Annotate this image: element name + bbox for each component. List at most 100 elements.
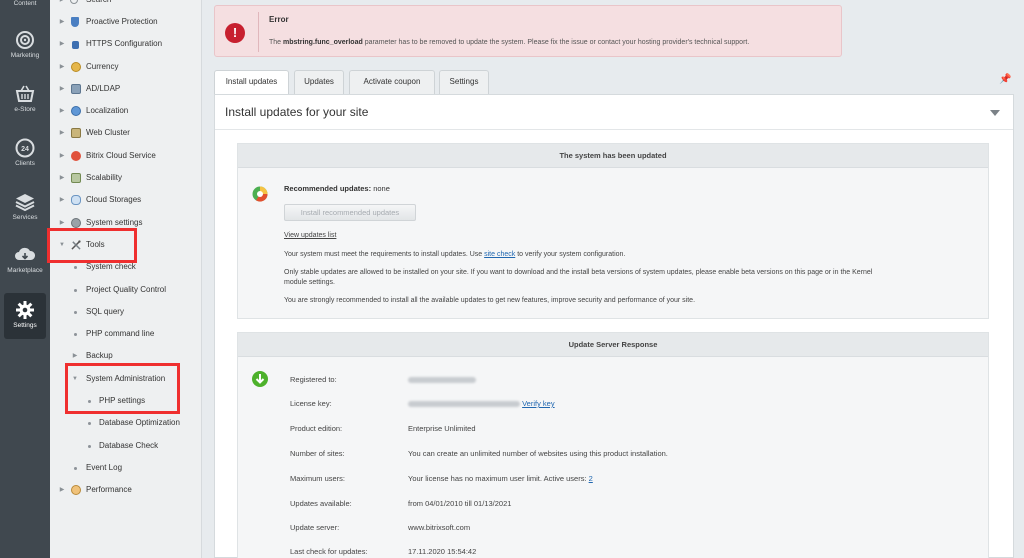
nav-content[interactable]: Content [0, 0, 50, 7]
recommendation-text: You are strongly recommended to install … [284, 297, 696, 304]
collapse-icon[interactable] [990, 110, 1000, 116]
main-content: ! Error The mbstring.func_overload param… [202, 0, 1024, 558]
nav-estore-label: e-Store [14, 106, 36, 113]
cloud-service-icon [71, 151, 81, 161]
error-title: Error [269, 15, 289, 24]
panel-title: Install updates for your site [225, 105, 369, 119]
menu-item-sql-query[interactable]: SQL query [50, 304, 202, 320]
tab-settings[interactable]: Settings [439, 70, 489, 94]
gear-icon [71, 218, 81, 228]
cloud-storage-icon [71, 195, 81, 205]
left-icon-bar: Content Marketing e-Store 24 Clients Ser… [0, 0, 50, 558]
highlight-system-administration [65, 363, 180, 414]
nav-estore[interactable]: e-Store [0, 84, 50, 113]
globe-icon [71, 106, 81, 116]
bullet-icon [74, 311, 77, 314]
basket-icon [15, 85, 35, 102]
bullet-icon [74, 467, 77, 470]
server-response-header: Update Server Response [238, 333, 988, 357]
coin-icon [71, 62, 81, 72]
menu-item-web-cluster[interactable]: ▶ Web Cluster [50, 125, 202, 141]
system-updated-header: The system has been updated [238, 144, 988, 168]
bullet-icon [88, 445, 91, 448]
chevron-right-icon: ▶ [59, 175, 65, 181]
tab-install-updates[interactable]: Install updates [214, 70, 289, 95]
shield-icon [71, 17, 79, 27]
maximum-users-value: Your license has no maximum user limit. … [408, 474, 593, 483]
chevron-right-icon: ▶ [59, 19, 65, 25]
search-icon [70, 0, 78, 4]
nav-clients-label: Clients [15, 160, 35, 167]
menu-item-currency[interactable]: ▶ Currency [50, 59, 202, 75]
menu-item-https-configuration[interactable]: ▶ HTTPS Configuration [50, 36, 202, 52]
nav-marketplace-label: Marketplace [7, 267, 43, 274]
license-key-label: License key: [290, 399, 332, 408]
menu-item-search[interactable]: ▶ Search [50, 0, 202, 8]
menu-item-event-log[interactable]: Event Log [50, 460, 202, 476]
bullet-icon [74, 333, 77, 336]
layers-icon [15, 194, 35, 212]
error-icon: ! [225, 23, 245, 43]
highlight-tools [47, 228, 137, 263]
license-key-value: Verify key [408, 399, 555, 408]
chevron-right-icon: ▶ [59, 64, 65, 70]
nav-services-label: Services [12, 214, 38, 221]
nav-marketing[interactable]: Marketing [0, 30, 50, 59]
menu-item-proactive-protection[interactable]: ▶ Proactive Protection [50, 14, 202, 30]
menu-item-backup[interactable]: ▶ Backup [50, 348, 202, 364]
nav-content-label: Content [13, 0, 37, 7]
menu-item-localization[interactable]: ▶ Localization [50, 103, 202, 119]
tab-updates[interactable]: Updates [294, 70, 344, 94]
bullet-icon [74, 266, 77, 269]
nav-marketplace[interactable]: Marketplace [0, 245, 50, 274]
stable-updates-text: Only stable updates are allowed to be in… [284, 269, 873, 286]
chevron-right-icon: ▶ [72, 353, 78, 359]
server-icon [71, 128, 81, 138]
install-recommended-button[interactable]: Install recommended updates [284, 204, 416, 221]
requirements-text: Your system must meet the requirements t… [284, 251, 626, 258]
menu-item-php-command-line[interactable]: PHP command line [50, 326, 202, 342]
gear-icon [16, 301, 34, 319]
chevron-right-icon: ▶ [59, 41, 65, 47]
lock-icon [72, 41, 79, 49]
error-banner: ! Error The mbstring.func_overload param… [214, 5, 842, 57]
menu-item-ad-ldap[interactable]: ▶ AD/LDAP [50, 81, 202, 97]
menu-item-project-quality-control[interactable]: Project Quality Control [50, 282, 202, 298]
last-check-value: 17.11.2020 15:54:42 [408, 547, 477, 556]
updates-available-value: from 04/01/2010 till 01/13/2021 [408, 499, 512, 508]
menu-item-database-check[interactable]: Database Check [50, 438, 202, 454]
settings-menu: ▶ Search ▶ Proactive Protection ▶ HTTPS … [47, 0, 202, 558]
nav-settings[interactable]: Settings [4, 293, 46, 339]
scale-icon [71, 173, 81, 183]
registered-to-value [408, 375, 476, 384]
menu-item-bitrix-cloud-service[interactable]: ▶ Bitrix Cloud Service [50, 148, 202, 164]
menu-item-cloud-storages[interactable]: ▶ Cloud Storages [50, 192, 202, 208]
error-message: The mbstring.func_overload parameter has… [269, 39, 750, 46]
menu-item-database-optimization[interactable]: Database Optimization [50, 415, 202, 431]
nav-services[interactable]: Services [0, 192, 50, 221]
tab-activate-coupon[interactable]: Activate coupon [349, 70, 435, 94]
number-of-sites-label: Number of sites: [290, 449, 345, 458]
maximum-users-label: Maximum users: [290, 474, 346, 483]
menu-item-performance[interactable]: ▶ Performance [50, 482, 202, 498]
site-check-link[interactable]: site check [484, 251, 515, 258]
active-users-link[interactable]: 2 [589, 474, 593, 483]
recommended-updates-label: Recommended updates: none [284, 184, 390, 193]
update-server-response-box: Update Server Response Registered to: Li… [237, 332, 989, 558]
bullet-icon [74, 289, 77, 292]
number-of-sites-value: You can create an unlimited number of we… [408, 449, 668, 458]
chevron-right-icon: ▶ [59, 197, 65, 203]
chevron-right-icon: ▶ [59, 86, 65, 92]
menu-item-scalability[interactable]: ▶ Scalability [50, 170, 202, 186]
view-updates-link[interactable]: View updates list [284, 231, 336, 241]
product-edition-label: Product edition: [290, 424, 343, 433]
registered-to-label: Registered to: [290, 375, 337, 384]
chevron-right-icon: ▶ [59, 130, 65, 136]
product-edition-value: Enterprise Unlimited [408, 424, 476, 433]
nav-clients[interactable]: 24 Clients [0, 138, 50, 167]
target-icon [16, 31, 34, 49]
update-server-label: Update server: [290, 523, 340, 532]
last-check-label: Last check for updates: [290, 547, 368, 556]
pin-icon[interactable]: 📌 [999, 74, 1011, 85]
verify-key-link[interactable]: Verify key [522, 399, 555, 408]
